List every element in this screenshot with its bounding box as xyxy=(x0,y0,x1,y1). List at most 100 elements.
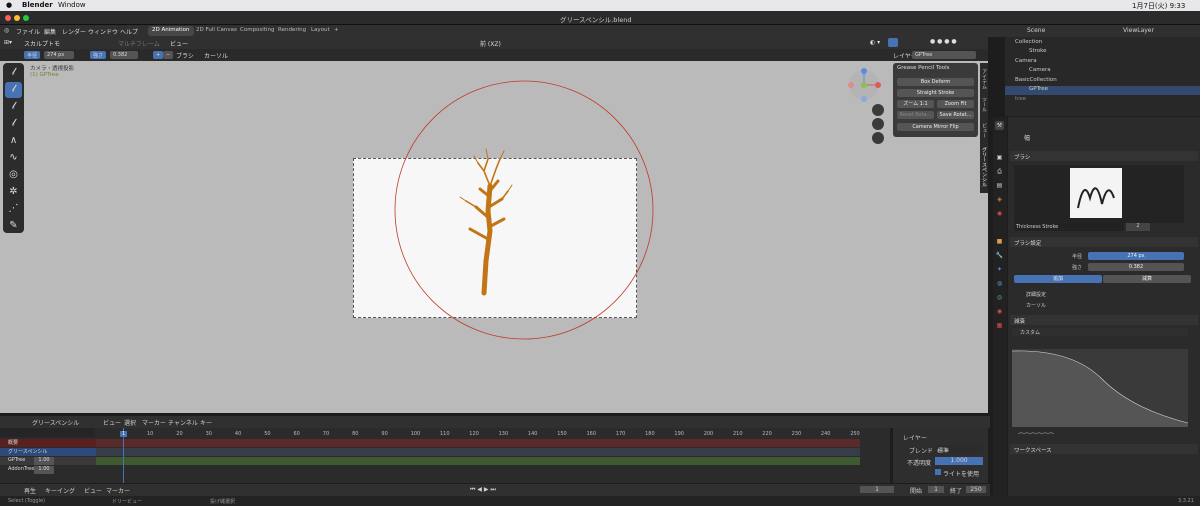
tab-2d-animation[interactable]: 2D Animation xyxy=(148,26,194,36)
orientation-select[interactable]: 前 (XZ) xyxy=(480,39,501,48)
push-tool-icon[interactable]: ∿ xyxy=(5,150,22,166)
minimize-window-icon[interactable] xyxy=(14,15,20,21)
start-frame-field[interactable]: 1 xyxy=(928,486,944,493)
menu-edit[interactable]: 編集 xyxy=(44,27,56,36)
output-tab-icon[interactable]: ⎙ xyxy=(995,167,1004,176)
falloff-curve-editor[interactable] xyxy=(1011,349,1189,427)
view-menu[interactable]: ビュー xyxy=(170,39,188,48)
save-rotation-button[interactable]: Save Rotat... xyxy=(937,111,974,119)
add-mode-icon[interactable]: + xyxy=(153,51,164,59)
mac-menu-window[interactable]: Window xyxy=(58,1,86,9)
zoom-1-1-button[interactable]: ズーム 1:1 xyxy=(897,100,934,108)
pinch-tool-icon[interactable]: ✲ xyxy=(5,184,22,200)
scene-select[interactable]: Scene xyxy=(1027,27,1045,34)
navigation-gizmo[interactable] xyxy=(848,68,881,102)
zoom-fit-button[interactable]: Zoom Fit xyxy=(937,100,974,108)
straight-stroke-button[interactable]: Straight Stroke xyxy=(897,89,974,97)
blend-select[interactable]: 標準 xyxy=(935,445,983,453)
strength-field[interactable]: 0.382 xyxy=(110,51,138,59)
dopesheet-mode-select[interactable]: グリースペンシル xyxy=(32,418,79,427)
cursor-subpanel[interactable]: カーソル xyxy=(1026,302,1046,309)
radius-prop-label: 半径 xyxy=(1072,254,1083,260)
tab-compositing[interactable]: Compositing xyxy=(236,26,278,36)
scene-tab-icon[interactable]: ◈ xyxy=(995,195,1004,204)
menu-render[interactable]: レンダー xyxy=(62,27,86,36)
cursor-menu[interactable]: カーソル xyxy=(204,51,228,60)
mac-clock[interactable]: 1月7日(火) 9:33 xyxy=(1132,1,1185,11)
menu-help[interactable]: ヘルプ xyxy=(120,27,138,36)
current-frame-field[interactable]: 1 xyxy=(860,486,894,493)
use-lights-checkbox[interactable] xyxy=(935,469,941,475)
data-tab-icon[interactable]: ◎ xyxy=(995,293,1004,302)
playback-controls-icon[interactable]: ⏮ ◀ ▶ ⏭ xyxy=(470,486,496,494)
mode-select[interactable]: スカルプトモ xyxy=(24,39,60,48)
material-tab-icon[interactable]: ◉ xyxy=(995,307,1004,316)
gizmo-icon[interactable] xyxy=(888,38,898,47)
layer-select[interactable]: GPTree xyxy=(912,51,976,59)
reset-rotation-button[interactable]: Reset Rota... xyxy=(897,111,934,119)
sidebar-tabs: アイテム ツール ビュー グリースペンシル xyxy=(980,63,988,193)
effects-tab-icon[interactable]: ✦ xyxy=(995,265,1004,274)
timeline-marker-menu[interactable]: マーカー xyxy=(106,486,130,495)
randomize-tool-icon[interactable]: 𝓁 xyxy=(5,116,22,132)
texture-tab-icon[interactable]: ▦ xyxy=(995,321,1004,330)
twist-tool-icon[interactable]: ◎ xyxy=(5,167,22,183)
object-tab-icon[interactable]: ■ xyxy=(995,237,1004,246)
shading-modes-icon[interactable]: ● ● ● ● xyxy=(930,38,957,45)
overlay-icon[interactable]: ◐ ▾ xyxy=(870,39,880,46)
advanced-subpanel[interactable]: 詳細設定 xyxy=(1026,291,1046,298)
mac-app-name[interactable]: Blender xyxy=(22,1,53,9)
view-layer-tab-icon[interactable]: ▤ xyxy=(995,181,1004,190)
end-frame-field[interactable]: 250 xyxy=(966,486,986,493)
dopesheet-view-menu[interactable]: ビュー xyxy=(103,418,121,427)
camera-view-icon[interactable] xyxy=(872,132,884,144)
editor-type-icon[interactable]: ⊞▾ xyxy=(4,39,12,46)
box-deform-button[interactable]: Box Deform xyxy=(897,78,974,86)
dopesheet-select-menu[interactable]: 選択 xyxy=(124,418,136,427)
sidebar-tab-item[interactable]: アイテム xyxy=(981,69,988,89)
menu-file[interactable]: ファイル xyxy=(16,27,40,36)
blender-logo-icon[interactable]: ◎ xyxy=(4,27,9,34)
playback-menu[interactable]: 再生 xyxy=(24,486,36,495)
opacity-slider[interactable]: 1.000 xyxy=(935,457,983,465)
channel-search[interactable] xyxy=(0,428,95,437)
dopesheet-key-menu[interactable]: キー xyxy=(200,418,212,427)
add-workspace-button[interactable]: + xyxy=(330,26,343,36)
curve-preset-icons[interactable]: ⌒⌒⌒⌒⌒⌒ xyxy=(1018,431,1054,440)
physics-tab-icon[interactable]: ◍ xyxy=(995,279,1004,288)
sidebar-tab-grease-pencil[interactable]: グリースペンシル xyxy=(981,147,988,187)
current-frame-marker[interactable]: 1 xyxy=(120,431,128,437)
dopesheet-marker-menu[interactable]: マーカー xyxy=(142,418,166,427)
subtract-mode-icon[interactable]: − xyxy=(163,51,174,59)
annotate-tool-icon[interactable]: ✎ xyxy=(5,218,22,234)
hand-pan-icon[interactable] xyxy=(872,118,884,130)
tool-tab-icon[interactable]: ⚒ xyxy=(995,121,1004,130)
timeline-view-menu[interactable]: ビュー xyxy=(84,486,102,495)
modifier-tab-icon[interactable]: 🔧 xyxy=(995,251,1004,260)
radius-field[interactable]: 274 px xyxy=(44,51,74,59)
multiframe-toggle[interactable]: マルチフレーム xyxy=(118,39,160,48)
view-layer-select[interactable]: ViewLayer xyxy=(1123,27,1154,34)
dopesheet-channel-menu[interactable]: チャンネル xyxy=(168,418,198,427)
tab-rendering[interactable]: Rendering xyxy=(274,26,310,36)
sidebar-tab-view[interactable]: ビュー xyxy=(981,123,988,138)
world-tab-icon[interactable]: ◉ xyxy=(995,209,1004,218)
tab-2d-full-canvas[interactable]: 2D Full Canvas xyxy=(192,26,241,36)
render-tab-icon[interactable]: ▣ xyxy=(995,153,1004,162)
menu-window[interactable]: ウィンドウ xyxy=(88,27,118,36)
clone-tool-icon[interactable]: ⋰ xyxy=(5,201,22,217)
smooth-tool-icon[interactable]: 𝓁 xyxy=(5,65,22,81)
grab-tool-icon[interactable]: ∧ xyxy=(5,133,22,149)
sidebar-tab-tool[interactable]: ツール xyxy=(981,97,988,112)
mac-menubar: ● Blender Window 1月7日(火) 9:33 xyxy=(0,0,1200,11)
brush-preview-area[interactable] xyxy=(1014,165,1184,223)
maximize-window-icon[interactable] xyxy=(23,15,29,21)
camera-mirror-flip-button[interactable]: Camera Mirror Flip xyxy=(897,123,974,131)
strength-tool-icon[interactable]: 𝓁 xyxy=(5,99,22,115)
close-window-icon[interactable] xyxy=(5,15,11,21)
brush-menu[interactable]: ブラシ xyxy=(176,51,194,60)
apple-icon[interactable]: ● xyxy=(6,1,12,9)
thickness-tool-icon[interactable]: 𝓁 xyxy=(5,82,22,98)
zoom-icon[interactable] xyxy=(872,104,884,116)
keying-menu[interactable]: キーイング xyxy=(45,486,75,495)
